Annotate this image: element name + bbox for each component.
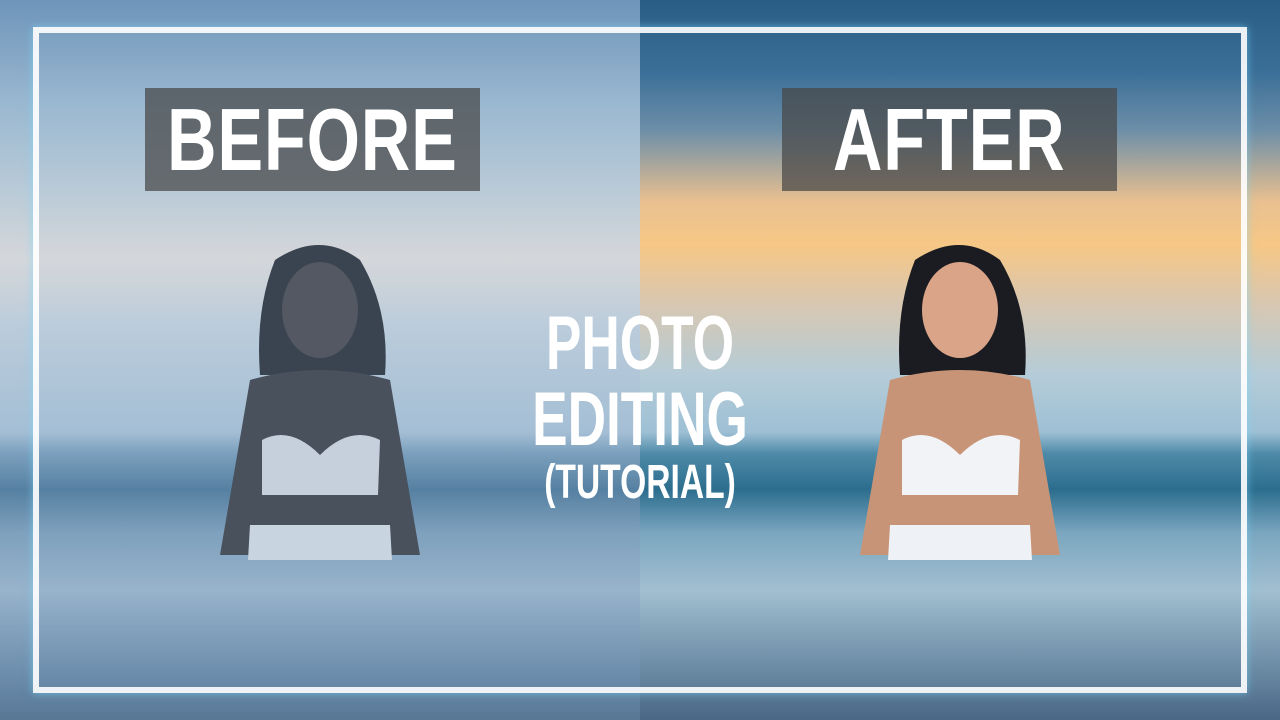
title-line1: PHOTO EDITING: [532, 301, 748, 462]
before-text: BEFORE: [167, 89, 458, 189]
title-line2: (TUTORIAL): [544, 456, 736, 509]
before-label: BEFORE: [145, 88, 480, 191]
title: PHOTO EDITING (TUTORIAL): [440, 306, 840, 508]
after-text: AFTER: [833, 89, 1066, 189]
after-label: AFTER: [782, 88, 1117, 191]
